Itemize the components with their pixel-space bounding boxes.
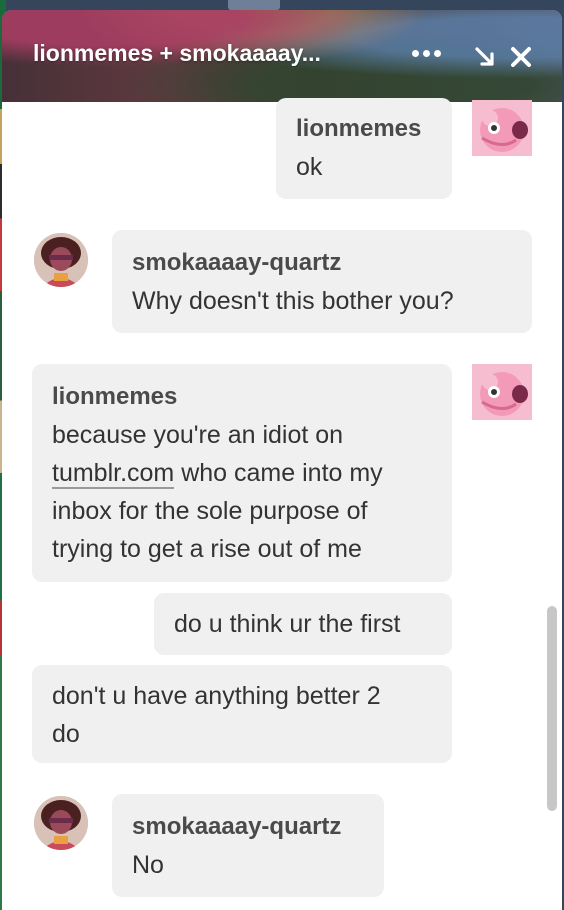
message-sender[interactable]: smokaaaay-quartz: [132, 244, 512, 282]
message-text: trying to get a rise out of me: [52, 535, 362, 563]
garnet-avatar[interactable]: [34, 796, 88, 850]
message-text: ok: [296, 153, 323, 181]
chat-header: lionmemes + smokaaaay...: [2, 10, 562, 102]
message-bubble: smokaaaay-quartz No: [112, 794, 384, 897]
message-text: inbox for the sole purpose of: [52, 497, 368, 525]
message-text: because you're an idiot on: [52, 421, 344, 449]
message-sender[interactable]: lionmemes: [296, 110, 432, 148]
message-text: No: [132, 851, 164, 879]
arrow-down-right-icon[interactable]: [474, 46, 496, 68]
message-sender[interactable]: smokaaaay-quartz: [132, 808, 364, 846]
close-icon[interactable]: [510, 46, 532, 68]
message-bubble: smokaaaay-quartz Why doesn't this bother…: [112, 230, 532, 333]
message-text: do u think ur the first: [174, 610, 401, 638]
tumblr-link[interactable]: tumblr.com: [52, 459, 175, 489]
message-bubble: do u think ur the first: [154, 593, 452, 655]
message-bubble: don't u have anything better 2 do: [32, 665, 452, 763]
ellipsis-icon[interactable]: [412, 40, 441, 57]
message-text: Why doesn't this bother you?: [132, 287, 454, 315]
chat-window: lionmemes + smokaaaay... lionmemes ok sm…: [2, 10, 562, 910]
lion-avatar[interactable]: [472, 100, 532, 156]
garnet-avatar[interactable]: [34, 233, 88, 287]
message-text: do: [52, 720, 80, 748]
scrollbar[interactable]: [547, 606, 557, 811]
message-bubble: lionmemes because you're an idiot on tum…: [32, 364, 452, 582]
lion-avatar[interactable]: [472, 364, 532, 420]
message-bubble: lionmemes ok: [276, 98, 452, 199]
message-text: don't u have anything better 2: [52, 682, 381, 710]
top-notch: [228, 0, 280, 10]
chat-title[interactable]: lionmemes + smokaaaay...: [33, 40, 393, 67]
message-sender[interactable]: lionmemes: [52, 378, 432, 416]
